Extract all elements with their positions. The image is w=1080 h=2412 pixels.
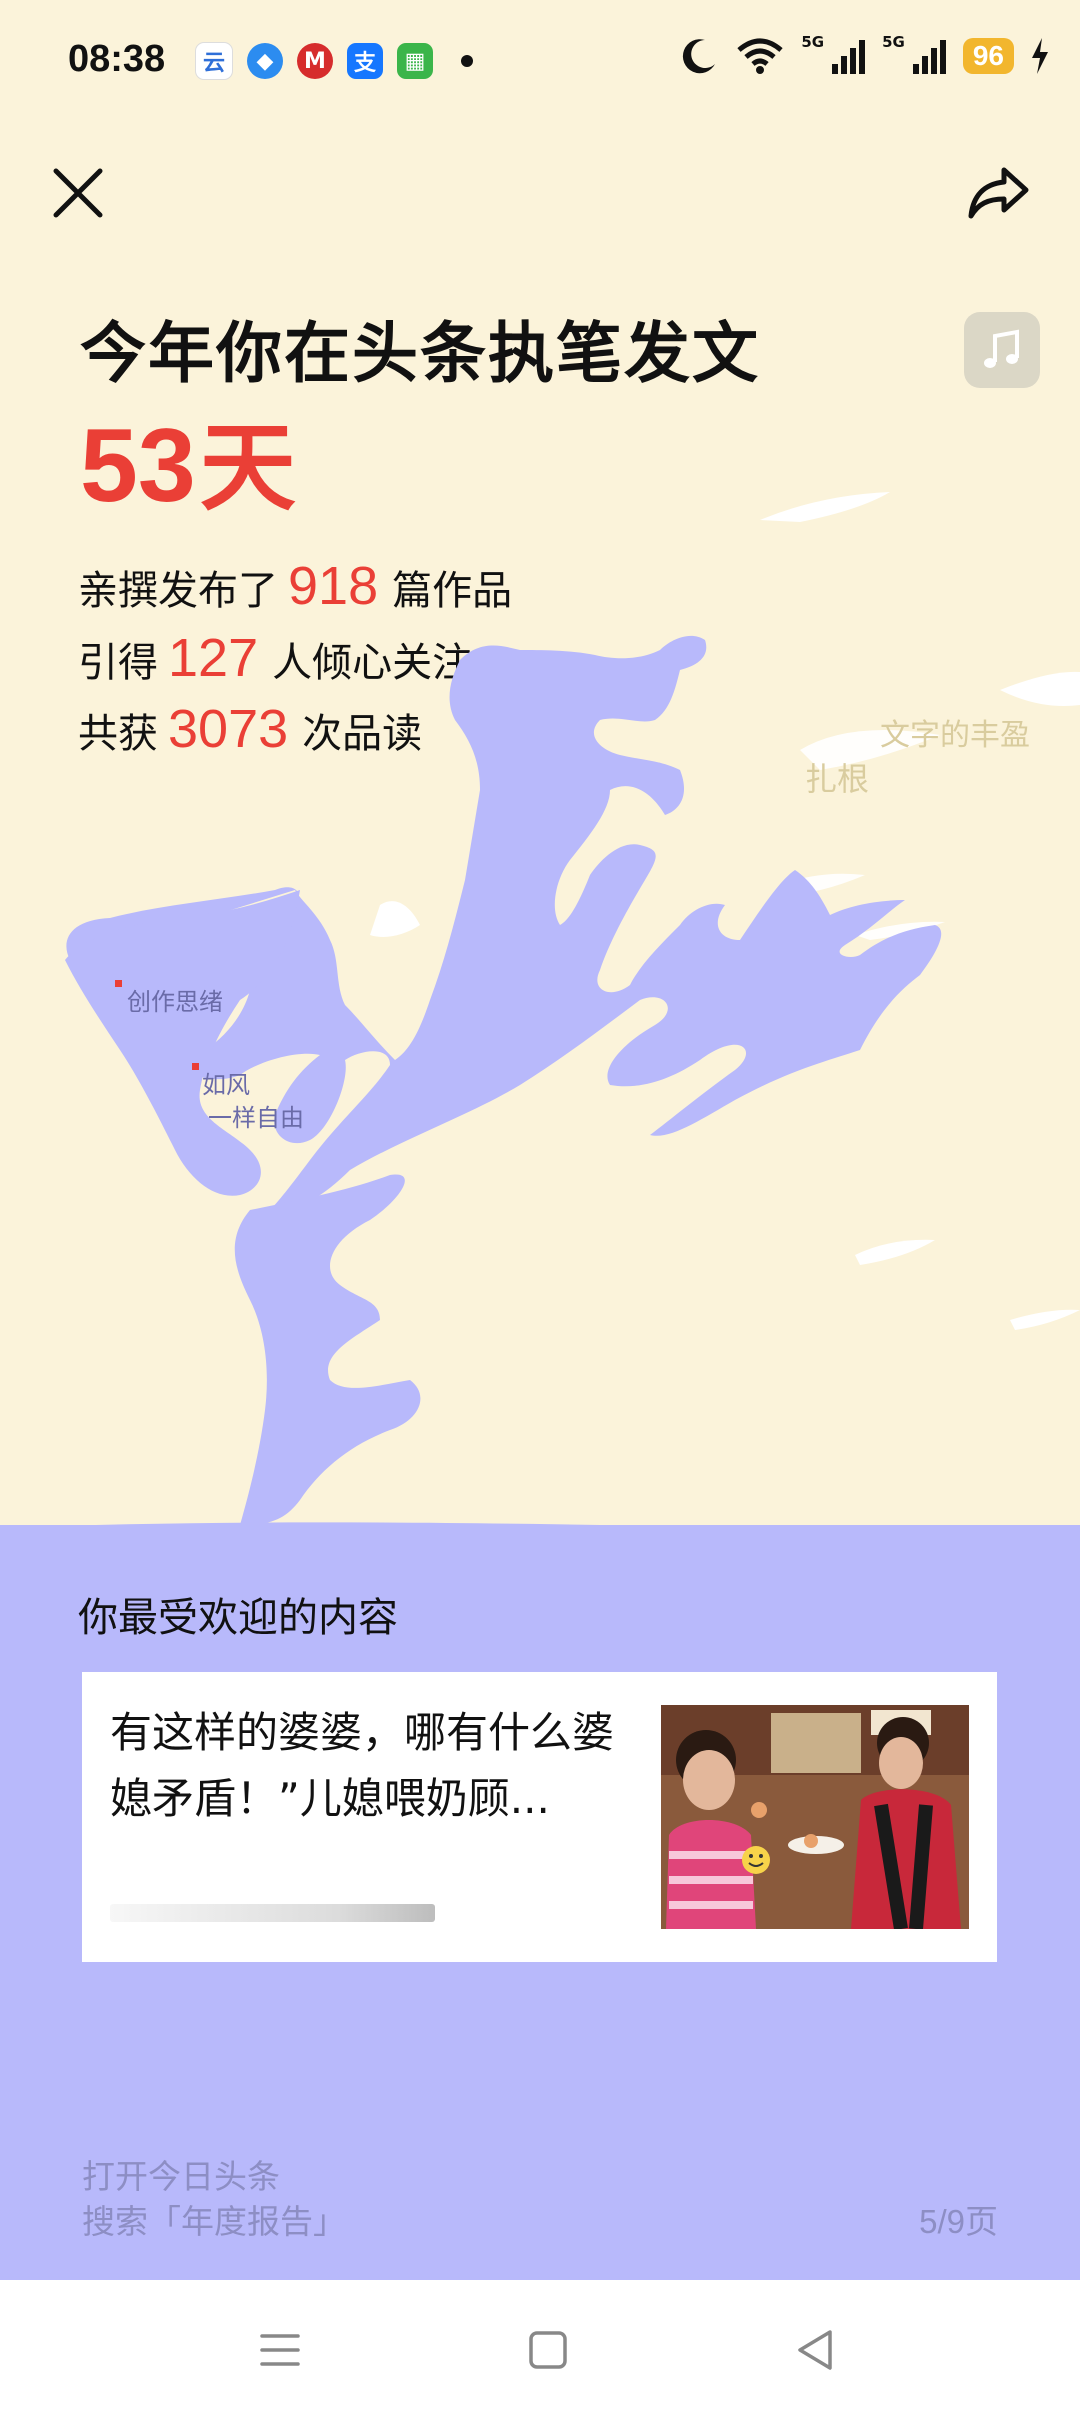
thumbnail-image <box>661 1705 969 1929</box>
footer-search-hint: 搜索「年度报告」 <box>82 2202 346 2241</box>
menu-nav-icon[interactable] <box>250 2320 310 2380</box>
article-thumbnail <box>661 1705 969 1929</box>
article-meta-placeholder <box>110 1904 435 1922</box>
more-notifications-dot <box>461 55 473 67</box>
share-button[interactable] <box>966 160 1030 224</box>
home-nav-icon[interactable] <box>518 2320 578 2380</box>
yunfu-icon: 云 <box>195 42 233 80</box>
feather-icon: ◆ <box>247 43 283 79</box>
moon-icon <box>683 39 716 74</box>
map-illustration: 文字的丰盈 扎根 创作思绪 如风 一样自由 <box>0 492 1080 1530</box>
system-navigation-bar <box>0 2280 1080 2412</box>
status-time: 08:38 <box>68 38 166 80</box>
map-label-wind: 如风 <box>202 1071 250 1099</box>
wifi-icon <box>737 38 783 74</box>
network-type-1: 5G <box>801 33 825 51</box>
article-title: 有这样的婆婆，哪有什么婆媳矛盾！”儿媳喂奶顾... <box>110 1708 615 1823</box>
alipay-icon: 支 <box>347 43 383 79</box>
system-icons: 5G 5G 96 <box>679 33 1050 76</box>
charging-icon <box>1032 38 1048 74</box>
battery-level: 96 <box>962 38 1014 74</box>
page-indicator: 5/9页 <box>919 2203 998 2240</box>
popular-heading: 你最受欢迎的内容 <box>78 1595 398 1641</box>
status-bar: 08:38 云 ◆ M 支 ▦ 5G 5G 96 <box>0 0 1080 120</box>
map-label-root: 扎根 <box>805 760 869 798</box>
music-note-icon <box>984 329 1019 368</box>
map-label-rich: 文字的丰盈 <box>880 718 1030 753</box>
metro-icon: M <box>297 43 333 79</box>
map-label-creative: 创作思绪 <box>127 988 223 1016</box>
network-type-2: 5G <box>882 33 905 51</box>
signal-icon-1 <box>832 40 866 74</box>
signal-icon-2 <box>912 40 946 74</box>
report-title: 今年你在头条执笔发文 <box>80 315 760 392</box>
notification-icons: 云 ◆ M 支 ▦ <box>195 42 473 80</box>
green-app-icon: ▦ <box>397 43 433 79</box>
footer-open-app-hint: 打开今日头条 <box>82 2157 280 2196</box>
popular-article-card[interactable]: 有这样的婆婆，哪有什么婆媳矛盾！”儿媳喂奶顾... <box>82 1672 997 1962</box>
close-button[interactable] <box>50 165 106 221</box>
back-nav-icon[interactable] <box>786 2320 846 2380</box>
map-label-free: 一样自由 <box>208 1104 304 1132</box>
music-toggle-button[interactable] <box>964 312 1040 388</box>
